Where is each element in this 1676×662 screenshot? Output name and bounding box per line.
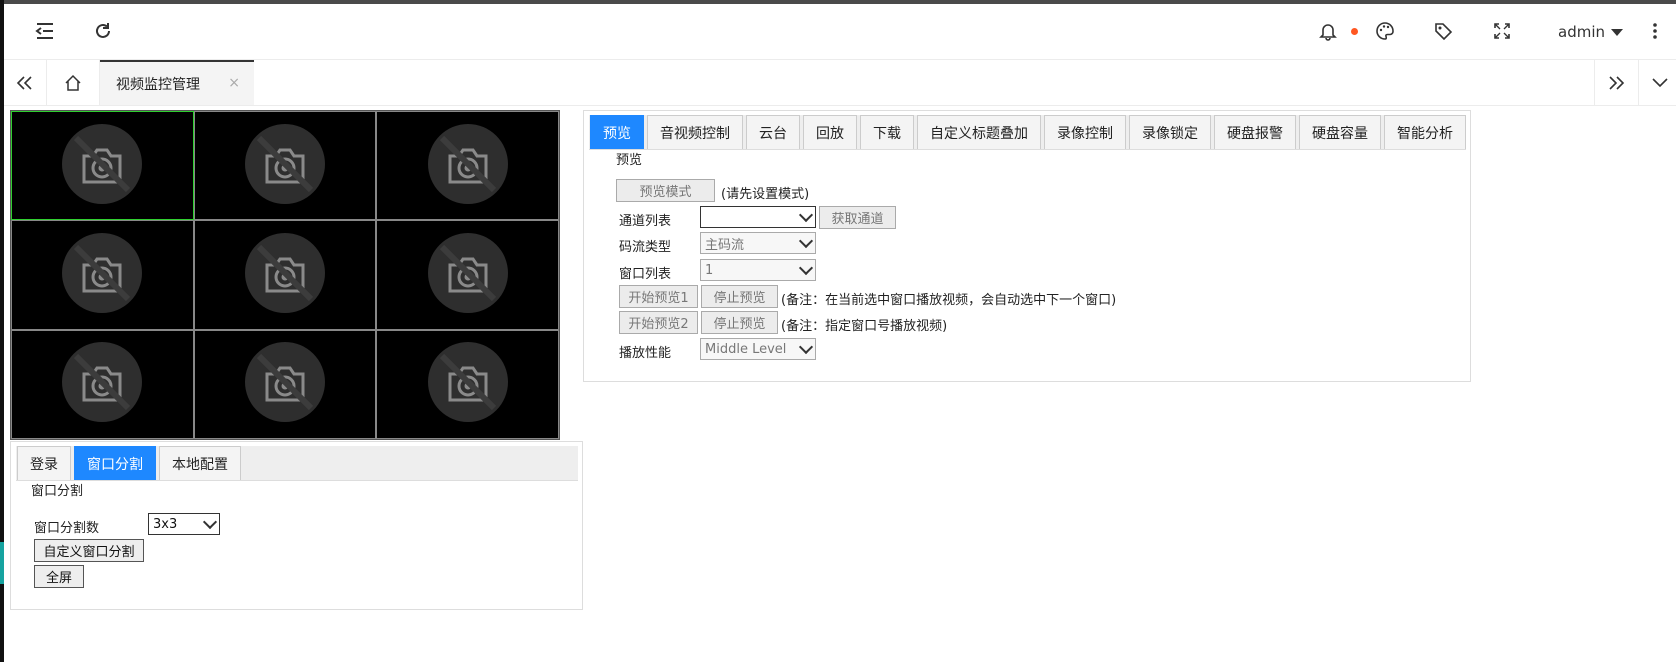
get-channel-button[interactable]: 获取通道 — [819, 206, 896, 229]
app-header: admin — [4, 4, 1676, 59]
start-preview-1-button[interactable]: 开始预览1 — [619, 285, 698, 308]
section-title: 窗口分割 — [31, 484, 84, 499]
camera-off-icon — [60, 122, 144, 210]
window-list-select[interactable]: 1 — [700, 259, 816, 281]
home-icon[interactable] — [47, 60, 100, 105]
stream-type-label: 码流类型 — [619, 240, 672, 255]
note-preview-2: (备注：指定窗口号播放视频) — [781, 319, 948, 334]
left-panel-tabs: 登录 窗口分割 本地配置 — [16, 446, 578, 481]
tab-video-monitoring[interactable]: 视频监控管理 × — [100, 60, 254, 105]
start-preview-2-button[interactable]: 开始预览2 — [619, 311, 698, 334]
stream-type-value: 主码流 — [705, 237, 745, 253]
camera-off-icon — [60, 340, 144, 428]
preview-mode-note: (请先设置模式) — [721, 187, 810, 202]
split-count-select[interactable]: 3x3 — [148, 513, 220, 535]
tab-disk-alarm[interactable]: 硬盘报警 — [1214, 115, 1296, 149]
video-window-3[interactable] — [376, 111, 559, 221]
username-label: admin — [1558, 23, 1605, 41]
video-grid — [10, 110, 560, 440]
notification-dot — [1351, 28, 1358, 35]
more-vertical-icon[interactable] — [1642, 18, 1668, 44]
chevron-down-icon — [202, 514, 218, 530]
bell-icon[interactable] — [1315, 18, 1341, 44]
collapse-menu-icon[interactable] — [32, 18, 58, 44]
tab-record-control[interactable]: 录像控制 — [1044, 115, 1126, 149]
camera-off-icon — [243, 340, 327, 428]
fullscreen-icon[interactable] — [1489, 18, 1515, 44]
user-menu[interactable]: admin — [1558, 23, 1623, 41]
camera-off-icon — [426, 340, 510, 428]
tab-playback[interactable]: 回放 — [803, 115, 857, 149]
video-window-7[interactable] — [11, 329, 194, 439]
tab-download[interactable]: 下载 — [860, 115, 914, 149]
tab-smart-analysis[interactable]: 智能分析 — [1384, 115, 1466, 149]
refresh-icon[interactable] — [90, 18, 116, 44]
window-split-panel: 登录 窗口分割 本地配置 窗口分割 窗口分割数 3x3 自定义窗口分割 全屏 — [10, 441, 583, 610]
channel-list-label: 通道列表 — [619, 214, 672, 229]
split-count-label: 窗口分割数 — [34, 521, 100, 536]
palette-icon[interactable] — [1372, 18, 1398, 44]
performance-select[interactable]: Middle Level — [700, 338, 816, 360]
performance-value: Middle Level — [705, 341, 787, 357]
camera-off-icon — [243, 231, 327, 319]
window-list-value: 1 — [705, 262, 714, 278]
left-edge-accent — [0, 542, 4, 584]
preview-mode-button[interactable]: 预览模式 — [616, 179, 715, 202]
right-panel-tabs: 预览 音视频控制 云台 回放 下载 自定义标题叠加 录像控制 录像锁定 硬盘报警… — [589, 115, 1466, 150]
caret-down-icon — [1611, 28, 1623, 36]
window-list-label: 窗口列表 — [619, 267, 672, 282]
stream-type-select[interactable]: 主码流 — [700, 232, 816, 254]
stop-preview-button[interactable]: 停止预览 — [701, 285, 778, 308]
tab-window-split[interactable]: 窗口分割 — [74, 446, 156, 480]
video-window-5[interactable] — [193, 220, 377, 330]
tab-login[interactable]: 登录 — [17, 446, 71, 480]
tab-local-config[interactable]: 本地配置 — [159, 446, 241, 480]
chevron-down-icon — [798, 339, 814, 355]
stop-preview-2-button[interactable]: 停止预览 — [701, 311, 778, 334]
camera-off-icon — [60, 231, 144, 319]
tab-label: 视频监控管理 — [116, 76, 200, 93]
scroll-tabs-left-icon[interactable] — [4, 60, 47, 105]
section-title: 预览 — [616, 153, 643, 168]
chevron-down-icon — [798, 260, 814, 276]
page-tabs-bar: 视频监控管理 × — [4, 59, 1676, 106]
video-window-8[interactable] — [193, 329, 377, 439]
camera-off-icon — [426, 122, 510, 210]
camera-off-icon — [243, 122, 327, 210]
tag-icon[interactable] — [1430, 18, 1456, 44]
performance-label: 播放性能 — [619, 346, 672, 361]
tab-disk-capacity[interactable]: 硬盘容量 — [1299, 115, 1381, 149]
tab-av-control[interactable]: 音视频控制 — [647, 115, 743, 149]
tabs-menu-chevron-icon[interactable] — [1638, 60, 1676, 105]
tab-record-lock[interactable]: 录像锁定 — [1129, 115, 1211, 149]
camera-off-icon — [426, 231, 510, 319]
video-window-9[interactable] — [376, 329, 559, 439]
video-window-6[interactable] — [376, 220, 559, 330]
custom-split-button[interactable]: 自定义窗口分割 — [34, 539, 144, 562]
channel-list-select[interactable] — [700, 206, 816, 228]
fullscreen-button[interactable]: 全屏 — [34, 565, 84, 588]
tab-custom-title-overlay[interactable]: 自定义标题叠加 — [917, 115, 1041, 149]
tab-preview[interactable]: 预览 — [590, 115, 644, 149]
scroll-tabs-right-icon[interactable] — [1594, 60, 1637, 105]
split-count-value: 3x3 — [153, 516, 178, 532]
video-window-4[interactable] — [11, 220, 194, 330]
note-preview-1: (备注：在当前选中窗口播放视频，会自动选中下一个窗口) — [781, 293, 1117, 308]
close-tab-icon[interactable]: × — [228, 75, 240, 91]
preview-panel: 预览 音视频控制 云台 回放 下载 自定义标题叠加 录像控制 录像锁定 硬盘报警… — [583, 110, 1471, 382]
tab-ptz[interactable]: 云台 — [746, 115, 800, 149]
chevron-down-icon — [798, 207, 814, 223]
video-window-2[interactable] — [193, 111, 377, 221]
chevron-down-icon — [798, 233, 814, 249]
video-window-1[interactable] — [11, 111, 194, 221]
